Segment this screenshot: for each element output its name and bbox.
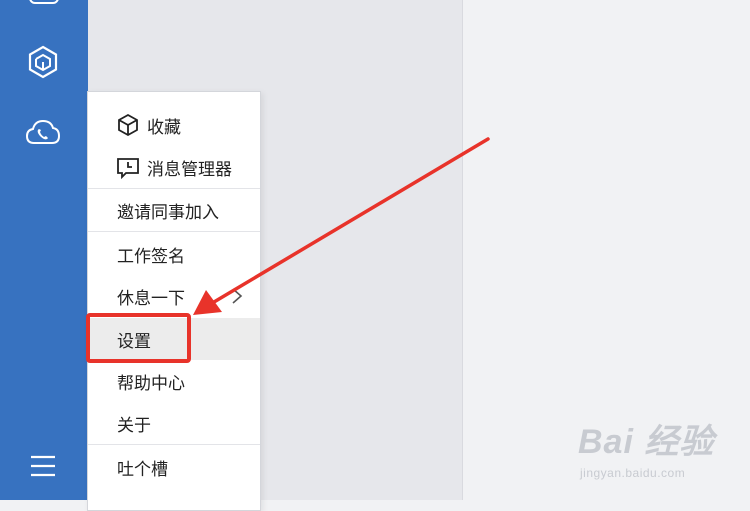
menu-item-label: 收藏	[147, 117, 181, 137]
menu-item-favorites[interactable]: 收藏	[88, 105, 260, 145]
menu-item-label: 邀请同事加入	[117, 202, 219, 222]
menu-item-feedback[interactable]: 吐个槽	[88, 447, 260, 487]
menu-item-label: 消息管理器	[147, 159, 232, 179]
cube-icon[interactable]	[24, 43, 62, 81]
menu-item-about[interactable]: 关于	[88, 403, 260, 443]
window-icon[interactable]	[29, 0, 59, 4]
menu-item-help-center[interactable]: 帮助中心	[88, 361, 260, 401]
popup-menu: 收藏 消息管理器 邀请同事加入 工作签名 休息一下 设置 帮助中心 关于 吐个槽	[87, 91, 261, 511]
menu-item-work-signature[interactable]: 工作签名	[88, 234, 260, 274]
menu-divider	[88, 444, 260, 445]
menu-item-invite-colleagues[interactable]: 邀请同事加入	[88, 190, 260, 230]
sidebar	[0, 0, 88, 500]
watermark-logo: Bai 经验	[578, 423, 715, 461]
menu-item-label: 关于	[117, 415, 151, 435]
hamburger-menu-icon[interactable]	[24, 448, 62, 486]
menu-item-label: 工作签名	[117, 246, 185, 266]
menu-item-take-a-break[interactable]: 休息一下	[88, 276, 260, 316]
menu-item-label: 吐个槽	[117, 459, 168, 479]
annotation-highlight-box	[86, 313, 191, 363]
menu-item-label: 休息一下	[117, 288, 185, 308]
chevron-right-icon	[232, 288, 243, 304]
message-clock-icon	[116, 155, 140, 179]
cube-outline-icon	[116, 113, 140, 137]
menu-divider	[88, 231, 260, 232]
phone-cloud-icon[interactable]	[24, 115, 62, 153]
menu-item-message-manager[interactable]: 消息管理器	[88, 147, 260, 187]
baidu-jingyan-watermark: Bai 经验 jingyan.baidu.com	[578, 414, 738, 494]
menu-item-label: 帮助中心	[117, 373, 185, 393]
menu-divider	[88, 188, 260, 189]
watermark-url: jingyan.baidu.com	[580, 466, 686, 480]
